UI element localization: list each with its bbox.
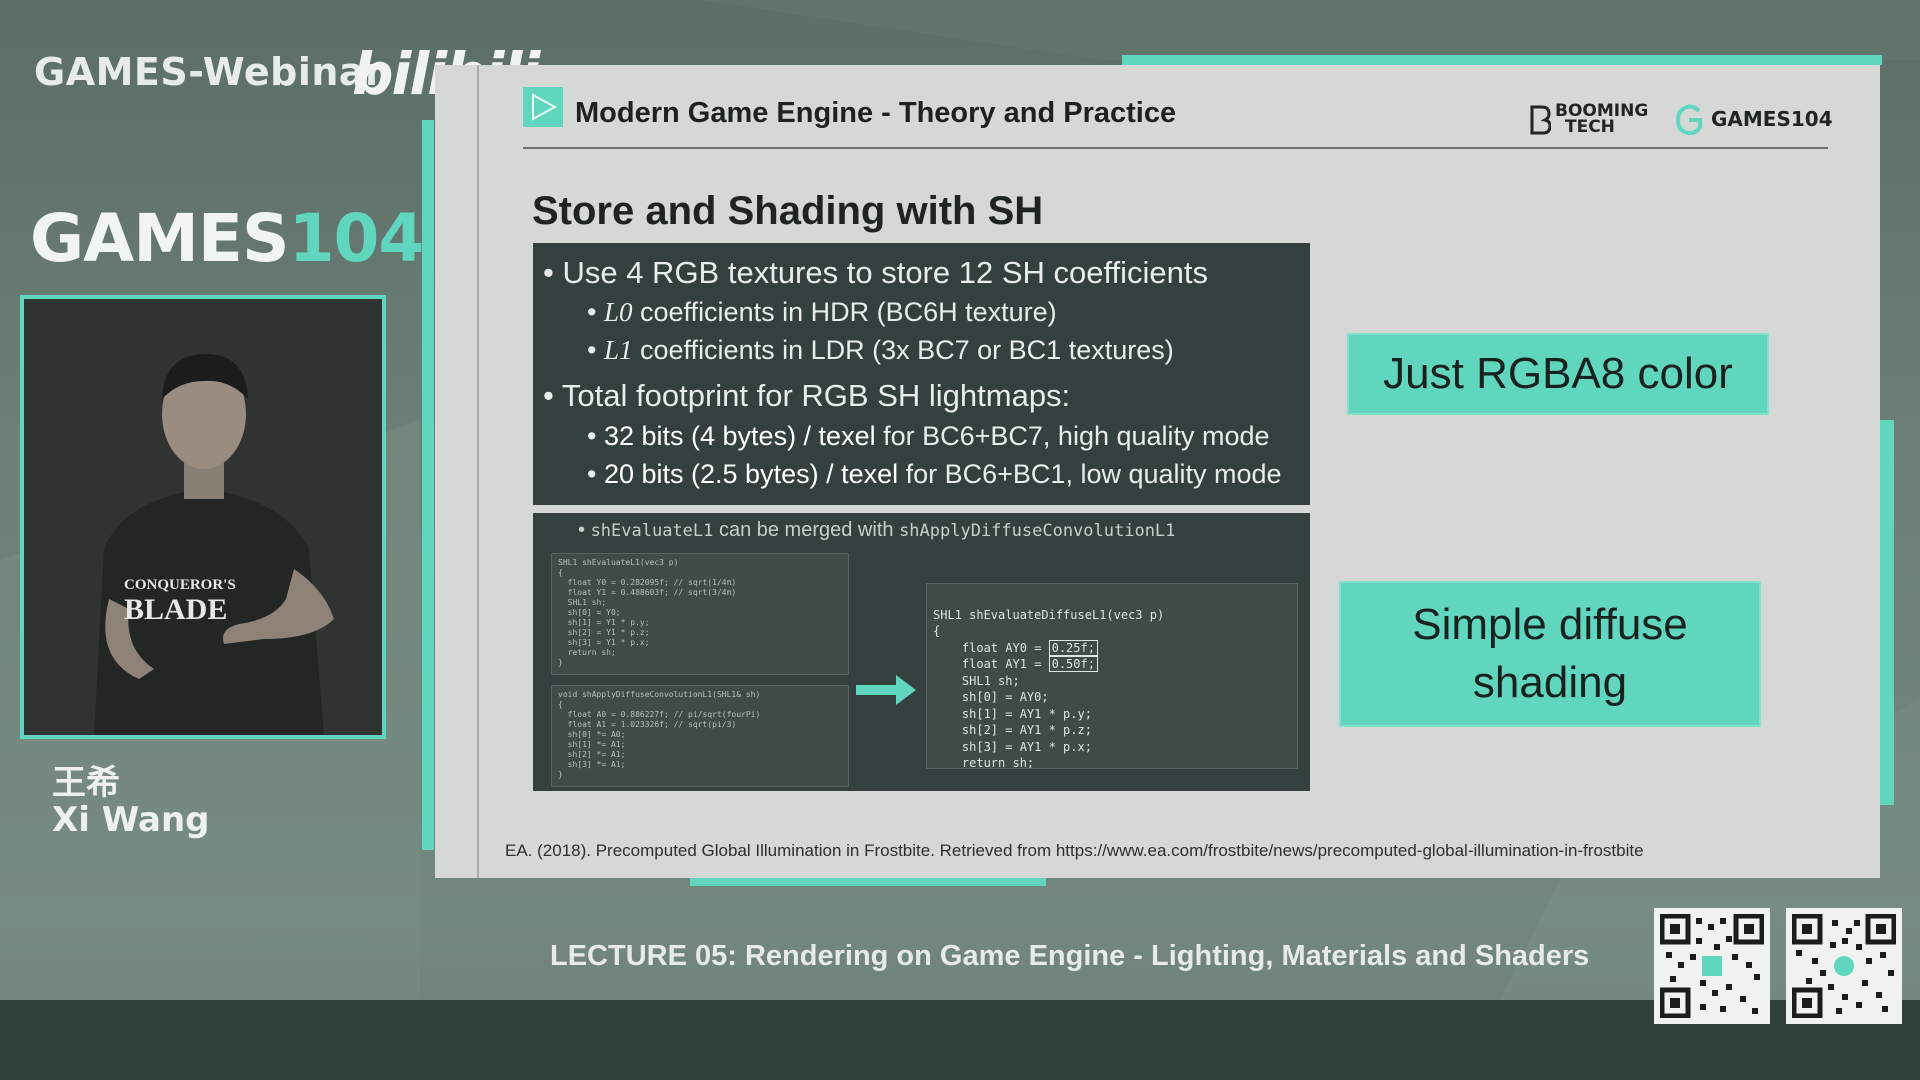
code-right-line: return sh;	[933, 756, 1035, 769]
code-right-line: {	[933, 624, 941, 638]
bullet-2-1: • 32 bits (4 bytes) / texel for BC6+BC7,…	[587, 421, 1270, 451]
bullet-2: • Total footprint for RGB SH lightmaps:	[543, 378, 1071, 413]
booming-b-icon	[1530, 105, 1551, 135]
slide-accent-left	[422, 120, 434, 850]
qr-code-2	[1786, 908, 1902, 1024]
booming-text-2: TECH	[1565, 117, 1615, 137]
qr-code-1-icon	[1659, 913, 1765, 1019]
booming-tech-logo: BOOMING TECH	[1530, 103, 1648, 137]
code-right-line: sh[1] = AY1 * p.y;	[933, 706, 1092, 721]
code-right-l4b: 0.50f;	[1048, 656, 1098, 672]
code-snippet-right: SHL1 shEvaluateDiffuseL1(vec3 p) { float …	[926, 583, 1298, 769]
bullet-1: • Use 4 RGB textures to store 12 SH coef…	[543, 255, 1209, 290]
speaker-silhouette: CONQUEROR'S BLADE	[24, 299, 382, 735]
bullet-1-2: • L1 coefficients in LDR (3x BC7 or BC1 …	[587, 335, 1174, 365]
code-right-l3b: 0.25f;	[1048, 639, 1098, 656]
brand-part1: GAMES	[30, 200, 290, 277]
slide-accent-right	[1880, 420, 1894, 805]
course-logo-icon	[523, 87, 563, 127]
reference-citation: EA. (2018). Precomputed Global Illuminat…	[505, 841, 1644, 860]
bullet-2-2-bold: 20 bits (2.5 bytes) / texel	[603, 459, 899, 489]
qr-code-2-icon	[1791, 913, 1897, 1019]
bullet-2-1-bold: 32 bits (4 bytes) / texel	[603, 421, 876, 451]
speaker-name-en: Xi Wang	[52, 800, 210, 840]
slide-title: Store and Shading with SH	[532, 189, 1044, 233]
bottom-bar	[0, 1000, 1920, 1080]
bullet-2-2: • 20 bits (2.5 bytes) / texel for BC6+BC…	[587, 459, 1282, 489]
code-right-line: float AY0 = 0.25f;	[933, 639, 1291, 657]
bullet-1-2-text: coefficients in LDR (3x BC7 or BC1 textu…	[640, 335, 1174, 365]
code-note-middle: can be merged with	[718, 519, 894, 541]
bullet-2-2-rest: for BC6+BC1, low quality mode	[905, 459, 1282, 489]
shirt-text-2: BLADE	[124, 593, 227, 626]
bullets-panel: • Use 4 RGB textures to store 12 SH coef…	[533, 243, 1310, 505]
games104-logo-text: GAMES104	[1711, 107, 1833, 131]
code-panel: • shEvaluateL1 can be merged with shAppl…	[533, 513, 1310, 791]
slide-accent-top	[1122, 55, 1882, 65]
code-note-fn2: shApplyDiffuseConvolutionL1	[899, 521, 1176, 541]
qr-code-1	[1654, 908, 1770, 1024]
code-right-line: SHL1 sh;	[933, 673, 1020, 688]
code-snippet-left-bottom: void shApplyDiffuseConvolutionL1(SHL1& s…	[551, 685, 849, 787]
code-right-line: sh[2] = AY1 * p.z;	[933, 723, 1092, 737]
webinar-label: GAMES-Webinar	[34, 50, 385, 94]
header-rule	[523, 147, 1828, 149]
brand-part2: 104	[288, 200, 425, 277]
callout-just-rgba8: Just RGBA8 color	[1347, 333, 1769, 415]
shirt-text-1: CONQUEROR'S	[124, 577, 236, 593]
code-left-bottom-text: void shApplyDiffuseConvolutionL1(SHL1& s…	[558, 690, 761, 779]
callout-2-line2: shading	[1472, 658, 1628, 707]
speaker-name-cn: 王希	[52, 763, 120, 803]
course-title: Modern Game Engine - Theory and Practice	[575, 97, 1177, 129]
games104-brand: GAMES104	[30, 200, 425, 277]
code-right-line: float AY1 = 0.50f;	[933, 656, 1291, 673]
code-note: • shEvaluateL1 can be merged with shAppl…	[578, 519, 1176, 541]
lecture-title: LECTURE 05: Rendering on Game Engine - L…	[550, 940, 1590, 972]
bullet-1-2-var: L1	[603, 335, 633, 365]
arrow-right-icon	[856, 675, 916, 705]
bullet-2-1-rest: for BC6+BC7, high quality mode	[883, 421, 1270, 451]
code-right-line: SHL1 shEvaluateDiffuseL1(vec3 p)	[933, 607, 1165, 622]
bullet-1-1-var: L0	[603, 297, 633, 327]
code-left-top-text: SHL1 shEvaluateL1(vec3 p) { float Y0 = 0…	[558, 558, 737, 667]
code-right-l3a: float AY0 =	[933, 640, 1049, 655]
speaker-video: CONQUEROR'S BLADE	[20, 295, 386, 739]
code-right-line: sh[3] = AY1 * p.x;	[933, 739, 1092, 754]
callout-simple-diffuse: Simple diffuse shading	[1339, 581, 1761, 727]
callout-2-line1: Simple diffuse	[1412, 600, 1688, 649]
bullet-1-1: • L0 coefficients in HDR (BC6H texture)	[587, 297, 1057, 327]
games104-g-icon	[1675, 104, 1702, 136]
slide-margin-line	[477, 65, 479, 878]
code-note-fn1: shEvaluateL1	[590, 521, 714, 541]
slide: Modern Game Engine - Theory and Practice…	[435, 65, 1880, 878]
code-snippet-left-top: SHL1 shEvaluateL1(vec3 p) { float Y0 = 0…	[551, 553, 849, 675]
code-right-l4a: float AY1 =	[933, 657, 1049, 671]
code-right-line: sh[0] = AY0;	[933, 690, 1049, 704]
bullet-1-1-text: coefficients in HDR (BC6H texture)	[640, 297, 1057, 327]
